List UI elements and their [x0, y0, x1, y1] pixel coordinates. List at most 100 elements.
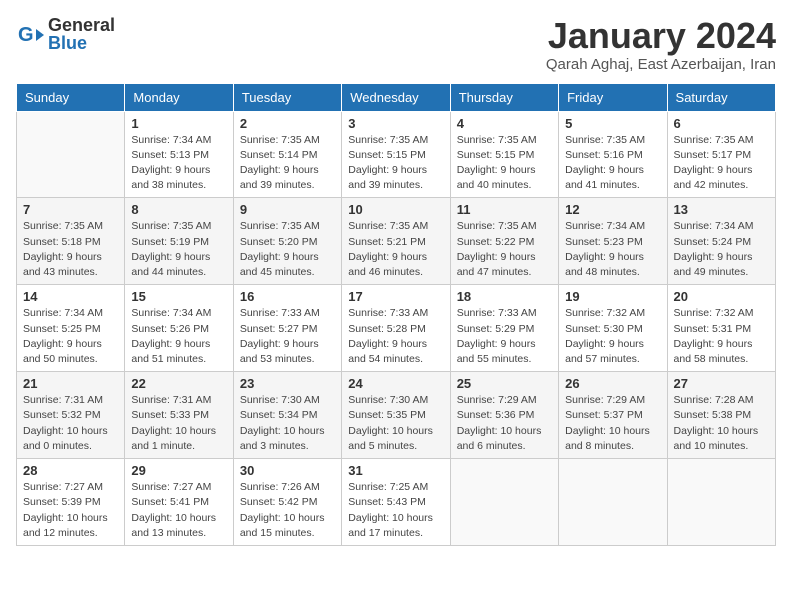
calendar-cell: 9 Sunrise: 7:35 AMSunset: 5:20 PMDaylight…	[233, 198, 341, 285]
day-number: 5	[565, 116, 660, 131]
day-number: 30	[240, 463, 335, 478]
day-info: Sunrise: 7:35 AMSunset: 5:21 PMDaylight:…	[348, 219, 443, 280]
calendar-cell: 8 Sunrise: 7:35 AMSunset: 5:19 PMDaylight…	[125, 198, 233, 285]
day-info: Sunrise: 7:34 AMSunset: 5:13 PMDaylight:…	[131, 133, 226, 194]
day-info: Sunrise: 7:35 AMSunset: 5:20 PMDaylight:…	[240, 219, 335, 280]
day-number: 13	[674, 202, 769, 217]
day-number: 9	[240, 202, 335, 217]
col-tuesday: Tuesday	[233, 83, 341, 111]
day-number: 21	[23, 376, 118, 391]
calendar-week-3: 14 Sunrise: 7:34 AMSunset: 5:25 PMDayligh…	[17, 285, 776, 372]
calendar-cell: 31Sunrise: 7:25 AMSunset: 5:43 PMDayligh…	[342, 459, 450, 546]
calendar-cell: 11Sunrise: 7:35 AMSunset: 5:22 PMDayligh…	[450, 198, 558, 285]
logo-icon: G	[16, 21, 44, 49]
day-number: 16	[240, 289, 335, 304]
day-number: 3	[348, 116, 443, 131]
day-info: Sunrise: 7:27 AMSunset: 5:41 PMDaylight:…	[131, 480, 226, 541]
day-number: 18	[457, 289, 552, 304]
calendar-cell: 10 Sunrise: 7:35 AMSunset: 5:21 PMDayligh…	[342, 198, 450, 285]
day-info: Sunrise: 7:31 AMSunset: 5:32 PMDaylight:…	[23, 393, 118, 454]
calendar-cell: 26Sunrise: 7:29 AMSunset: 5:37 PMDayligh…	[559, 372, 667, 459]
calendar-cell: 3 Sunrise: 7:35 AMSunset: 5:15 PMDaylight…	[342, 111, 450, 198]
calendar-week-2: 7Sunrise: 7:35 AMSunset: 5:18 PMDaylight…	[17, 198, 776, 285]
calendar-cell: 30 Sunrise: 7:26 AMSunset: 5:42 PMDayligh…	[233, 459, 341, 546]
col-saturday: Saturday	[667, 83, 775, 111]
day-number: 29	[131, 463, 226, 478]
calendar-week-5: 28 Sunrise: 7:27 AMSunset: 5:39 PMDayligh…	[17, 459, 776, 546]
day-info: Sunrise: 7:26 AMSunset: 5:42 PMDaylight:…	[240, 480, 335, 541]
col-wednesday: Wednesday	[342, 83, 450, 111]
calendar-cell: 18Sunrise: 7:33 AMSunset: 5:29 PMDayligh…	[450, 285, 558, 372]
day-info: Sunrise: 7:29 AMSunset: 5:36 PMDaylight:…	[457, 393, 552, 454]
day-number: 19	[565, 289, 660, 304]
day-info: Sunrise: 7:27 AMSunset: 5:39 PMDaylight:…	[23, 480, 118, 541]
calendar-cell: 24Sunrise: 7:30 AMSunset: 5:35 PMDayligh…	[342, 372, 450, 459]
month-title: January 2024	[546, 16, 776, 56]
day-info: Sunrise: 7:34 AMSunset: 5:26 PMDaylight:…	[131, 306, 226, 367]
calendar-week-4: 21 Sunrise: 7:31 AMSunset: 5:32 PMDayligh…	[17, 372, 776, 459]
calendar: Sunday Monday Tuesday Wednesday Thursday…	[16, 83, 776, 546]
col-friday: Friday	[559, 83, 667, 111]
calendar-cell: 6 Sunrise: 7:35 AMSunset: 5:17 PMDaylight…	[667, 111, 775, 198]
calendar-cell: 15 Sunrise: 7:34 AMSunset: 5:26 PMDayligh…	[125, 285, 233, 372]
day-info: Sunrise: 7:29 AMSunset: 5:37 PMDaylight:…	[565, 393, 660, 454]
calendar-cell: 21 Sunrise: 7:31 AMSunset: 5:32 PMDayligh…	[17, 372, 125, 459]
day-number: 28	[23, 463, 118, 478]
title-area: January 2024 Qarah Aghaj, East Azerbaija…	[546, 16, 776, 73]
day-number: 27	[674, 376, 769, 391]
location-subtitle: Qarah Aghaj, East Azerbaijan, Iran	[546, 56, 776, 73]
calendar-cell: 17Sunrise: 7:33 AMSunset: 5:28 PMDayligh…	[342, 285, 450, 372]
calendar-week-1: 1 Sunrise: 7:34 AMSunset: 5:13 PMDaylight…	[17, 111, 776, 198]
calendar-cell: 25 Sunrise: 7:29 AMSunset: 5:36 PMDayligh…	[450, 372, 558, 459]
calendar-cell: 4 Sunrise: 7:35 AMSunset: 5:15 PMDaylight…	[450, 111, 558, 198]
day-info: Sunrise: 7:28 AMSunset: 5:38 PMDaylight:…	[674, 393, 769, 454]
day-number: 20	[674, 289, 769, 304]
day-number: 17	[348, 289, 443, 304]
day-info: Sunrise: 7:35 AMSunset: 5:15 PMDaylight:…	[348, 133, 443, 194]
day-number: 23	[240, 376, 335, 391]
calendar-cell: 20 Sunrise: 7:32 AMSunset: 5:31 PMDayligh…	[667, 285, 775, 372]
day-number: 8	[131, 202, 226, 217]
day-info: Sunrise: 7:30 AMSunset: 5:34 PMDaylight:…	[240, 393, 335, 454]
calendar-cell: 1 Sunrise: 7:34 AMSunset: 5:13 PMDaylight…	[125, 111, 233, 198]
day-number: 12	[565, 202, 660, 217]
calendar-cell: 29 Sunrise: 7:27 AMSunset: 5:41 PMDayligh…	[125, 459, 233, 546]
day-number: 31	[348, 463, 443, 478]
col-thursday: Thursday	[450, 83, 558, 111]
calendar-cell: 14 Sunrise: 7:34 AMSunset: 5:25 PMDayligh…	[17, 285, 125, 372]
calendar-cell	[667, 459, 775, 546]
calendar-cell	[450, 459, 558, 546]
calendar-cell: 22Sunrise: 7:31 AMSunset: 5:33 PMDayligh…	[125, 372, 233, 459]
day-number: 10	[348, 202, 443, 217]
day-number: 2	[240, 116, 335, 131]
calendar-cell	[559, 459, 667, 546]
day-info: Sunrise: 7:34 AMSunset: 5:25 PMDaylight:…	[23, 306, 118, 367]
col-monday: Monday	[125, 83, 233, 111]
day-info: Sunrise: 7:34 AMSunset: 5:24 PMDaylight:…	[674, 219, 769, 280]
day-info: Sunrise: 7:35 AMSunset: 5:16 PMDaylight:…	[565, 133, 660, 194]
day-number: 4	[457, 116, 552, 131]
calendar-cell: 23 Sunrise: 7:30 AMSunset: 5:34 PMDayligh…	[233, 372, 341, 459]
calendar-cell: 27 Sunrise: 7:28 AMSunset: 5:38 PMDayligh…	[667, 372, 775, 459]
calendar-cell: 28 Sunrise: 7:27 AMSunset: 5:39 PMDayligh…	[17, 459, 125, 546]
calendar-body: 1 Sunrise: 7:34 AMSunset: 5:13 PMDaylight…	[17, 111, 776, 545]
day-number: 25	[457, 376, 552, 391]
day-info: Sunrise: 7:35 AMSunset: 5:15 PMDaylight:…	[457, 133, 552, 194]
calendar-cell: 13 Sunrise: 7:34 AMSunset: 5:24 PMDayligh…	[667, 198, 775, 285]
day-info: Sunrise: 7:35 AMSunset: 5:19 PMDaylight:…	[131, 219, 226, 280]
logo: G General Blue	[16, 16, 115, 54]
calendar-cell: 2Sunrise: 7:35 AMSunset: 5:14 PMDaylight…	[233, 111, 341, 198]
day-number: 1	[131, 116, 226, 131]
calendar-header: Sunday Monday Tuesday Wednesday Thursday…	[17, 83, 776, 111]
day-number: 6	[674, 116, 769, 131]
day-info: Sunrise: 7:31 AMSunset: 5:33 PMDaylight:…	[131, 393, 226, 454]
calendar-cell	[17, 111, 125, 198]
day-info: Sunrise: 7:35 AMSunset: 5:18 PMDaylight:…	[23, 219, 118, 280]
day-info: Sunrise: 7:32 AMSunset: 5:31 PMDaylight:…	[674, 306, 769, 367]
day-info: Sunrise: 7:35 AMSunset: 5:17 PMDaylight:…	[674, 133, 769, 194]
day-number: 14	[23, 289, 118, 304]
day-info: Sunrise: 7:34 AMSunset: 5:23 PMDaylight:…	[565, 219, 660, 280]
day-number: 15	[131, 289, 226, 304]
svg-text:G: G	[18, 24, 34, 46]
day-info: Sunrise: 7:30 AMSunset: 5:35 PMDaylight:…	[348, 393, 443, 454]
